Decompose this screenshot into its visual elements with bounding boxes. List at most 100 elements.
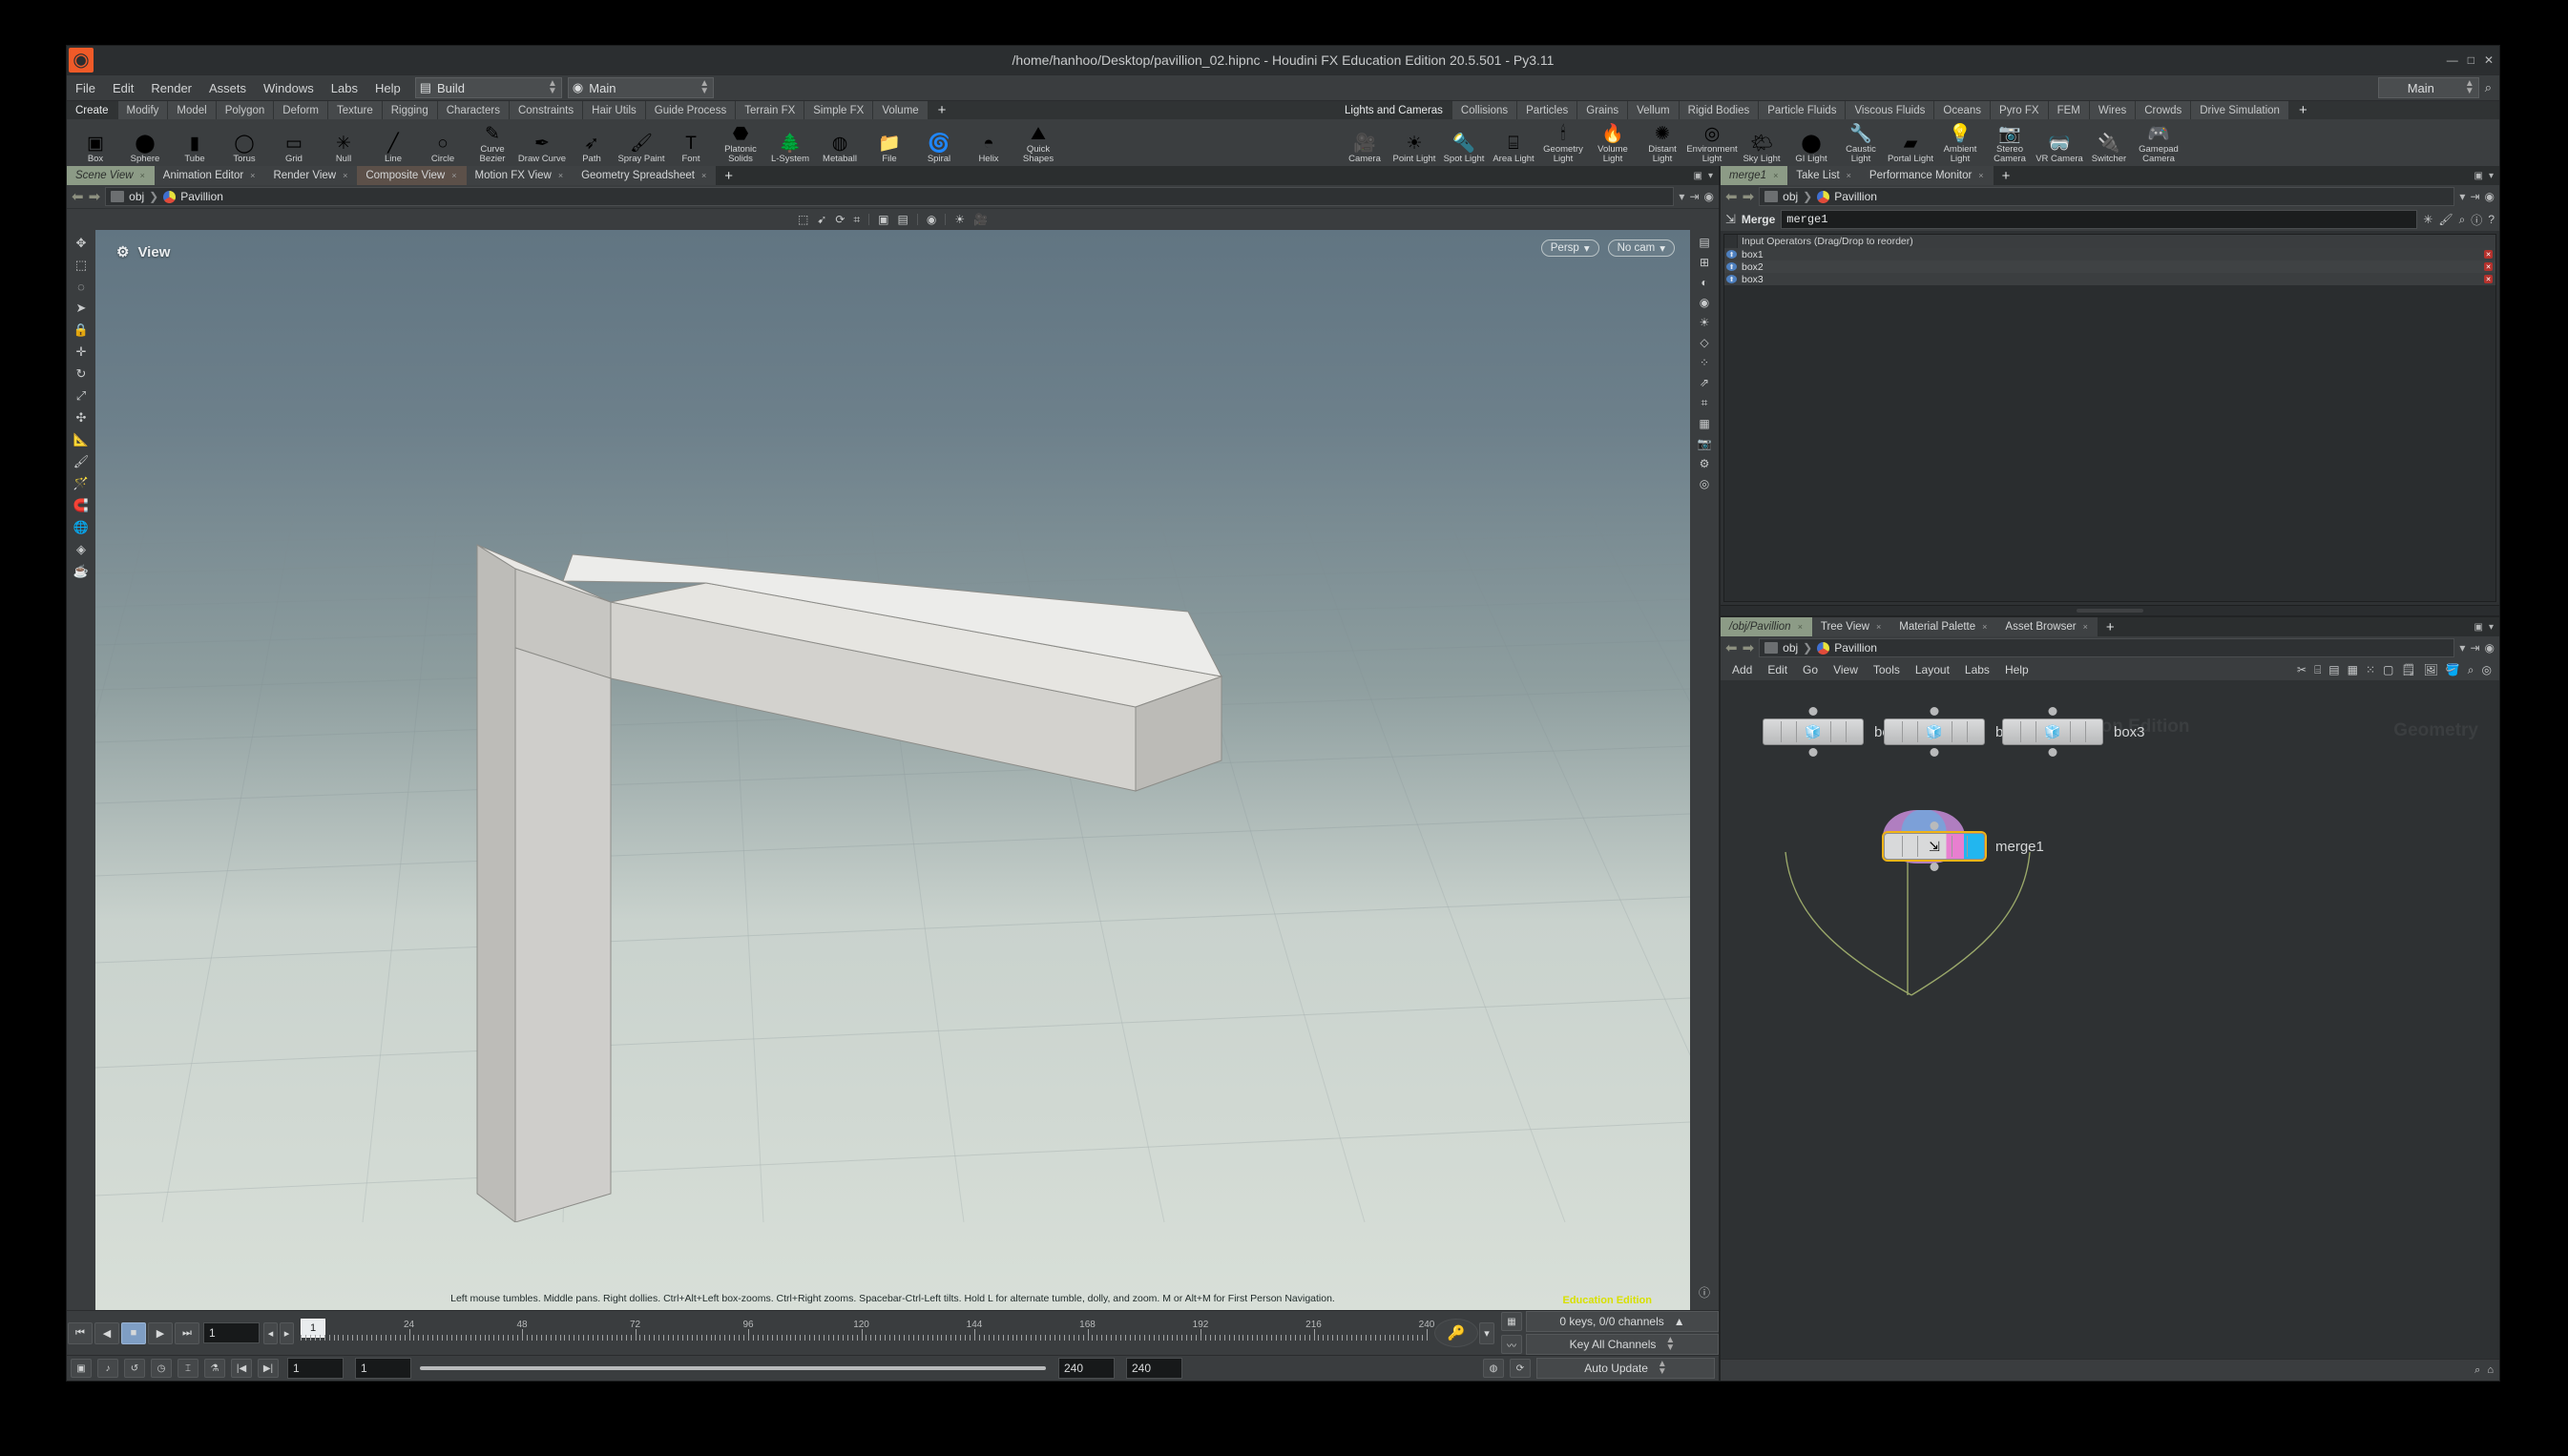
remove-input-icon[interactable]: ✕ [2484, 250, 2493, 259]
help-icon[interactable]: ◉ [2485, 641, 2495, 655]
notes-icon[interactable]: 🗒 [2401, 663, 2415, 676]
shelf-tab-lights-and-cameras[interactable]: Lights and Cameras [1336, 101, 1452, 119]
scene-tab-composite-view[interactable]: Composite View × [357, 166, 467, 185]
shelf-tool-tube[interactable]: ▮ Tube [170, 120, 219, 164]
shelf-tab-rigid-bodies[interactable]: Rigid Bodies [1679, 101, 1760, 119]
range-slider[interactable] [420, 1366, 1050, 1370]
light-icon[interactable]: ☀ [954, 213, 965, 226]
shelf-tab-volume[interactable]: Volume [873, 101, 929, 119]
param-tab-merge1[interactable]: merge1 × [1721, 166, 1788, 185]
network-menu-add[interactable]: Add [1724, 661, 1760, 678]
node-input-port[interactable] [1808, 707, 1818, 716]
select-tool-icon[interactable]: ⬚ [75, 258, 87, 273]
color-palette-icon[interactable]: ▦ [2348, 663, 2358, 676]
range-start-icon[interactable]: |◀ [231, 1359, 252, 1378]
dots-grid-icon[interactable]: ⁙ [2366, 663, 2375, 676]
simulation-icon[interactable]: ⚗ [204, 1359, 225, 1378]
network-tab-asset-browser[interactable]: Asset Browser × [1996, 617, 2098, 636]
scene-tab-motion-fx-view[interactable]: Motion FX View × [466, 166, 574, 185]
shelf-tool-sphere[interactable]: ⬤ Sphere [120, 120, 170, 164]
shelf-tab-modify[interactable]: Modify [117, 101, 169, 119]
scale-tool-icon[interactable]: ⤢ [76, 388, 86, 404]
scene-path-field[interactable]: obj ❯ Pavillion [105, 187, 1675, 206]
sculpt-tool-icon[interactable]: 🧲 [73, 498, 89, 513]
display-wireframe-icon[interactable]: ▤ [898, 213, 908, 226]
view-tool-icon[interactable]: ✥ [76, 236, 87, 251]
node-input-port[interactable] [2048, 707, 2057, 716]
shelf-tool-l-system[interactable]: 🌲 L-System [765, 120, 815, 164]
shelf-tool-environment-light[interactable]: ◎ Environment Light [1686, 120, 1737, 164]
help-icon[interactable]: ◉ [2485, 190, 2495, 203]
info-icon[interactable]: ⓘ [2471, 212, 2482, 228]
move-tool-icon[interactable]: ✛ [76, 344, 87, 360]
shelf-tool-circle[interactable]: ○ Circle [418, 120, 468, 164]
shelf-tab-rigging[interactable]: Rigging [382, 101, 438, 119]
shelf-tool-null[interactable]: ✳ Null [319, 120, 368, 164]
stop-button[interactable]: ■ [121, 1321, 146, 1344]
shelf-tab-pyro-fx[interactable]: Pyro FX [1991, 101, 2049, 119]
network-menu-tools[interactable]: Tools [1866, 661, 1908, 678]
audio-icon[interactable]: ♪ [97, 1359, 118, 1378]
shelf-tool-file[interactable]: 📁 File [865, 120, 914, 164]
normals-icon[interactable]: ⇗ [1700, 376, 1709, 389]
network-zoom-icon[interactable]: ⌕ [2474, 1364, 2480, 1377]
list-icon[interactable]: ▤ [2328, 663, 2339, 676]
pin-icon[interactable]: ⇥ [2470, 641, 2479, 655]
network-menu-layout[interactable]: Layout [1908, 661, 1957, 678]
shelf-tab-particle-fluids[interactable]: Particle Fluids [1759, 101, 1847, 119]
close-icon[interactable]: × [1847, 171, 1851, 180]
shelf-tab-drive-simulation[interactable]: Drive Simulation [2191, 101, 2289, 119]
help-search-icon[interactable]: ⌕ [2485, 80, 2492, 95]
node-body[interactable]: 🧊 [2002, 707, 2103, 757]
build-selector[interactable]: ▤ Build ▲ ▼ [414, 77, 562, 98]
viewport-3d[interactable]: ⚙ View Persp ▾ No cam ▾ Left mouse tumbl… [95, 230, 1690, 1310]
node-body[interactable]: ⇲ [1884, 822, 1985, 871]
node-body[interactable]: 🧊 [1763, 707, 1864, 757]
goto-end-button[interactable]: ⏭ [175, 1321, 199, 1344]
close-icon[interactable]: × [451, 171, 456, 180]
shelf-tool-draw-curve[interactable]: ✒ Draw Curve [517, 120, 567, 164]
rotate-tool-icon[interactable]: ↻ [76, 366, 87, 382]
nav-forward-icon[interactable]: ➡ [1743, 641, 1755, 655]
search-icon[interactable]: ⌕ [2459, 213, 2466, 227]
shelf-tool-torus[interactable]: ◯ Torus [219, 120, 269, 164]
shelf-tool-volume-light[interactable]: 🔥 Volume Light [1588, 120, 1638, 164]
visibility-icon[interactable]: ◉ [927, 213, 936, 226]
help-icon[interactable]: ? [2488, 213, 2495, 226]
close-icon[interactable]: × [1982, 622, 1987, 632]
reorder-up-icon[interactable]: ⬆ [1726, 262, 1737, 271]
playhead[interactable]: 1 [301, 1319, 325, 1338]
shelf-tool-area-light[interactable]: ⌸ Area Light [1489, 120, 1538, 164]
view-tool-icon[interactable]: ⟳ [835, 213, 845, 226]
menu-windows[interactable]: Windows [255, 78, 323, 98]
pin-icon[interactable]: ⇥ [1689, 190, 1699, 203]
nav-back-icon[interactable]: ⬅ [72, 190, 84, 204]
close-icon[interactable]: × [701, 171, 706, 180]
shelf-tool-point-light[interactable]: ☀ Point Light [1389, 120, 1439, 164]
light-toggle-icon[interactable]: ☀ [1700, 316, 1710, 329]
minimize-button[interactable]: — [2447, 53, 2458, 67]
network-tab-tree-view[interactable]: Tree View × [1811, 617, 1891, 636]
shelf-tool-distant-light[interactable]: ✺ Distant Light [1638, 120, 1687, 164]
shelf-tool-ambient-light[interactable]: 💡 Ambient Light [1935, 120, 1985, 164]
reorder-up-icon[interactable]: ⬆ [1726, 275, 1737, 283]
menu-file[interactable]: File [67, 78, 104, 98]
lock-icon[interactable]: 🔒 [73, 322, 89, 338]
units-icon[interactable]: ⌶ [177, 1359, 198, 1378]
menu-help[interactable]: Help [366, 78, 409, 98]
brush-icon[interactable]: 🖌 [2438, 213, 2453, 226]
channel-editor-icon[interactable]: ▦ [1501, 1312, 1522, 1331]
shelf-tool-stereo-camera[interactable]: 📷 Stereo Camera [1985, 120, 2035, 164]
layout-icon[interactable]: ▢ [2383, 663, 2393, 676]
close-icon[interactable]: × [1773, 171, 1778, 180]
points-icon[interactable]: ⁘ [1700, 356, 1709, 369]
settings-icon[interactable]: ⚙ [1700, 457, 1710, 470]
shelf-tab-characters[interactable]: Characters [437, 101, 510, 119]
network-node-merge1[interactable]: ⇲ merge1 [1883, 810, 2044, 871]
uv-icon[interactable]: ◈ [76, 542, 86, 557]
close-icon[interactable]: × [343, 171, 347, 180]
grid-toggle-icon[interactable]: ⊞ [1700, 256, 1709, 269]
info-icon[interactable]: ⓘ [1699, 1284, 1710, 1300]
range-end-2-field[interactable]: 240 [1126, 1358, 1182, 1379]
close-icon[interactable]: × [1876, 622, 1881, 632]
